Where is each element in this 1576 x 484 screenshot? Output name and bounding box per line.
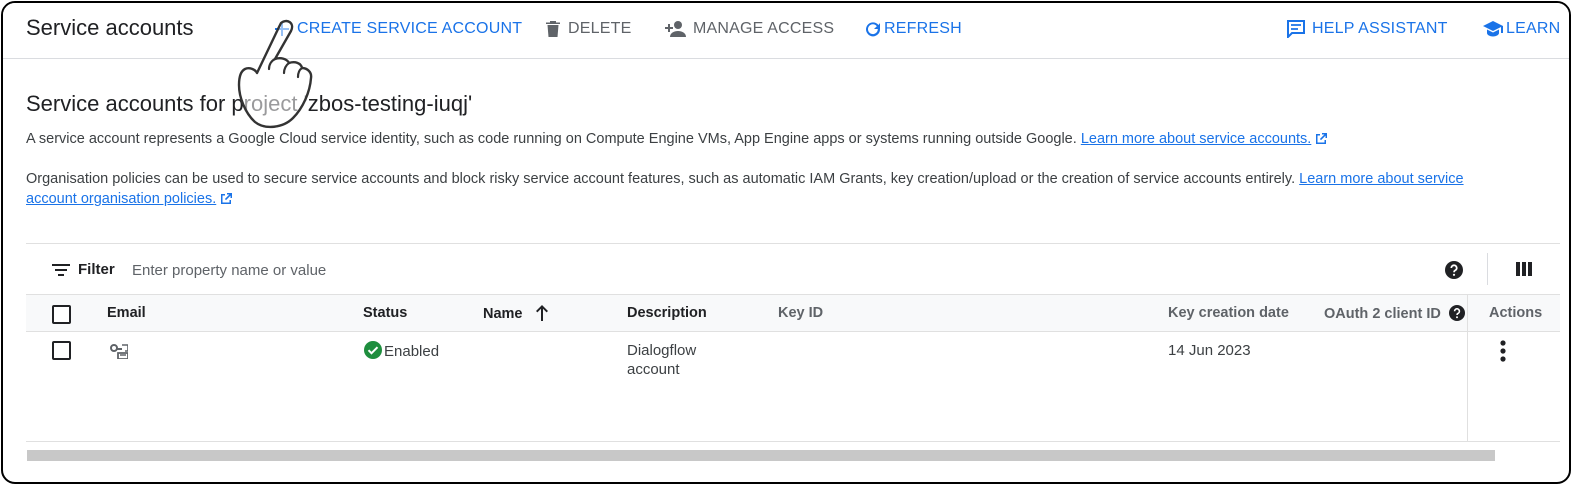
learn-more-org-policies-link-line1[interactable]: Learn more about service: [1299, 171, 1463, 187]
column-name[interactable]: Name: [483, 305, 549, 322]
delete-label: DELETE: [568, 20, 632, 37]
page-title: Service accounts: [26, 15, 194, 40]
divider: [1487, 253, 1488, 285]
column-display-icon[interactable]: [1516, 261, 1532, 277]
pointer-hand-icon: [237, 19, 313, 129]
key-creation-date-cell: 14 Jun 2023: [1168, 342, 1251, 359]
help-icon[interactable]: [1445, 261, 1463, 279]
help-assistant-button[interactable]: HELP ASSISTANT: [1286, 20, 1448, 38]
description-cell: Dialogflow account: [627, 341, 696, 379]
refresh-label: REFRESH: [884, 20, 962, 37]
learn-label: LEARN: [1506, 20, 1561, 37]
help-icon[interactable]: [1448, 305, 1465, 321]
row-checkbox[interactable]: [52, 341, 71, 360]
column-actions: Actions: [1489, 305, 1543, 321]
external-link-icon: [1316, 133, 1328, 144]
description-text: A service account represents a Google Cl…: [26, 131, 1077, 147]
person-add-icon: [665, 21, 686, 37]
learn-more-service-accounts-link[interactable]: Learn more about service accounts.: [1081, 131, 1312, 147]
manage-access-label: MANAGE ACCESS: [693, 20, 835, 37]
create-service-account-label: CREATE SERVICE ACCOUNT: [297, 20, 523, 37]
manage-access-button[interactable]: MANAGE ACCESS: [665, 20, 834, 38]
horizontal-scrollbar[interactable]: [27, 450, 1495, 461]
learn-more-org-policies-link-line2[interactable]: account organisation policies.: [26, 191, 216, 207]
select-all-checkbox[interactable]: [52, 305, 71, 324]
filter-icon[interactable]: [52, 263, 70, 277]
chat-icon: [1287, 20, 1305, 38]
refresh-button[interactable]: REFRESH: [864, 20, 962, 38]
column-key-creation-date[interactable]: Key creation date: [1168, 305, 1289, 321]
service-account-description: A service account represents a Google Cl…: [26, 129, 1328, 149]
filter-label: Filter: [78, 261, 115, 278]
column-status[interactable]: Status: [363, 305, 407, 321]
check-circle-icon: [364, 341, 382, 359]
org-policy-text: Organisation policies can be used to sec…: [26, 171, 1296, 187]
table-header: Email Status Name Description Key ID Key…: [26, 294, 1560, 332]
delete-button[interactable]: DELETE: [544, 20, 631, 38]
window-frame: Service accounts CREATE SERVICE ACCOUNT …: [1, 1, 1571, 484]
column-email[interactable]: Email: [107, 305, 146, 321]
description-line2: account: [627, 361, 680, 378]
refresh-icon: [866, 22, 881, 37]
status-cell: Enabled: [364, 341, 439, 361]
column-oauth-label: OAuth 2 client ID: [1324, 306, 1441, 322]
school-icon: [1483, 21, 1503, 37]
filter-bar: Filter: [26, 243, 1560, 295]
filter-input[interactable]: [130, 256, 834, 284]
service-account-key-icon: [110, 344, 128, 359]
trash-icon: [546, 21, 560, 37]
org-policy-description: Organisation policies can be used to sec…: [26, 169, 1526, 209]
column-name-label: Name: [483, 306, 523, 322]
arrow-up-icon[interactable]: [535, 305, 549, 321]
external-link-icon: [221, 193, 233, 204]
help-assistant-label: HELP ASSISTANT: [1312, 20, 1448, 37]
column-key-id[interactable]: Key ID: [778, 305, 823, 321]
description-line1: Dialogflow: [627, 342, 697, 359]
actions-column-divider: [1467, 295, 1468, 441]
column-description[interactable]: Description: [627, 305, 707, 321]
more-vert-icon[interactable]: [1500, 340, 1506, 362]
status-value: Enabled: [384, 343, 440, 360]
learn-button[interactable]: LEARN: [1482, 20, 1560, 38]
table-row[interactable]: Enabled Dialogflow account 14 Jun 2023: [26, 331, 1560, 442]
column-oauth-client-id[interactable]: OAuth 2 client ID: [1324, 305, 1465, 322]
